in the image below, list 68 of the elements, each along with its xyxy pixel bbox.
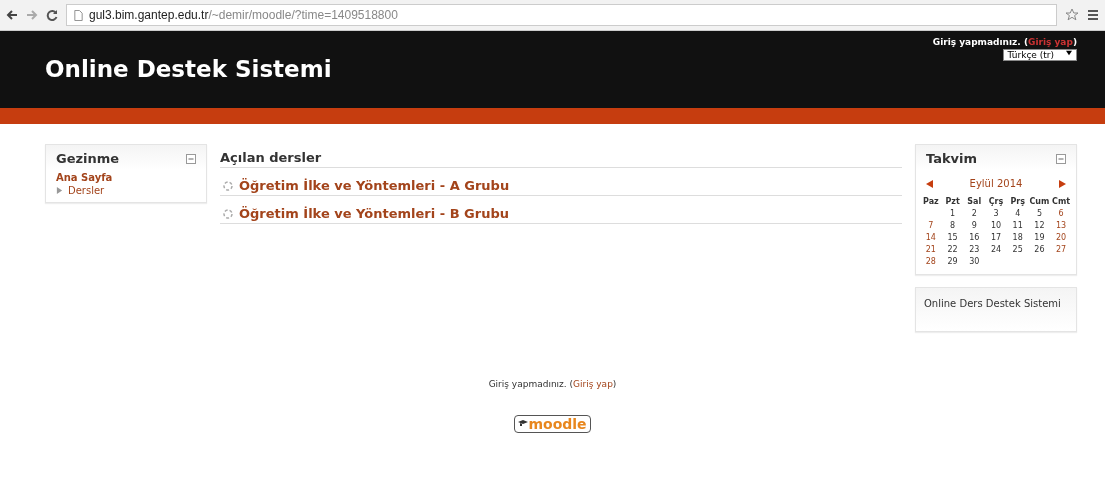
calendar-day[interactable]: 17 <box>985 233 1007 242</box>
calendar-day[interactable]: 22 <box>941 245 964 254</box>
login-link[interactable]: Giriş yap <box>1028 37 1073 47</box>
month-title: Eylül 2014 <box>969 178 1023 189</box>
calendar-day[interactable]: 10 <box>985 221 1007 230</box>
nav-link[interactable]: Ana Sayfa <box>46 170 206 184</box>
site-title: Online Destek Sistemi <box>45 56 332 84</box>
calendar-day[interactable]: 4 <box>1006 209 1029 218</box>
weekday-label: Paz <box>922 197 940 206</box>
login-status: ) <box>1072 37 1077 47</box>
calendar-day[interactable]: 5 <box>1028 209 1051 218</box>
calendar-day[interactable]: 24 <box>985 245 1007 254</box>
calendar-day[interactable]: 16 <box>963 233 986 242</box>
course-link[interactable]: Öğretim İlke ve Yöntemleri - B Grubu <box>239 206 509 221</box>
collapse-icon[interactable] <box>186 153 196 164</box>
previous-month-icon[interactable] <box>926 179 934 188</box>
next-month-icon[interactable] <box>1058 179 1066 188</box>
weekday-label: Çrş <box>987 197 1005 206</box>
calendar-day[interactable]: 29 <box>941 257 964 266</box>
nav-link[interactable]: Dersler <box>46 184 206 202</box>
calendar-day[interactable]: 14 <box>920 233 942 242</box>
calendar-day[interactable]: 1 <box>941 209 964 218</box>
calendar-day[interactable]: 27 <box>1050 245 1072 254</box>
star-icon[interactable] <box>1065 8 1079 22</box>
weekday-label: Pzt <box>944 197 961 206</box>
reload-icon[interactable] <box>46 9 58 21</box>
login-link[interactable]: Giriş yap <box>573 379 613 389</box>
weekday-label: Cum <box>1028 197 1051 206</box>
language-select[interactable]: Türkçe (tr) <box>1002 49 1077 61</box>
course-icon <box>222 179 234 192</box>
calendar-day[interactable]: 8 <box>941 221 964 230</box>
block-title: Takvim <box>926 151 978 166</box>
course-icon <box>222 207 234 220</box>
calendar-day[interactable]: 18 <box>1006 233 1029 242</box>
section-title: Açılan dersler <box>220 144 902 168</box>
back-icon[interactable] <box>6 9 18 21</box>
calendar-day[interactable]: 28 <box>920 257 942 266</box>
calendar-day[interactable]: 20 <box>1050 233 1072 242</box>
calendar-day[interactable]: 23 <box>963 245 986 254</box>
calendar-day[interactable]: 13 <box>1050 221 1072 230</box>
calendar-day[interactable]: 9 <box>963 221 986 230</box>
calendar-day[interactable]: 7 <box>920 221 942 230</box>
login-status: ) <box>612 379 617 389</box>
weekday-label: Cmt <box>1051 197 1072 206</box>
calendar-day[interactable]: 19 <box>1028 233 1051 242</box>
menu-icon[interactable] <box>1087 9 1099 21</box>
dropdown-icon <box>1066 50 1072 56</box>
calendar-day[interactable]: 15 <box>941 233 964 242</box>
login-status: Giriş yapmadınız. ( <box>932 37 1028 47</box>
block-title: Gezinme <box>56 151 120 166</box>
info-text: Online Ders Destek Sistemi <box>924 298 1061 309</box>
calendar-day[interactable]: 11 <box>1006 221 1029 230</box>
expand-icon <box>56 187 63 194</box>
calendar-day[interactable]: 3 <box>985 209 1007 218</box>
weekday-label: Prş <box>1009 197 1026 206</box>
collapse-icon[interactable] <box>1056 153 1066 164</box>
calendar-day[interactable]: 12 <box>1028 221 1051 230</box>
calendar-day[interactable]: 2 <box>963 209 986 218</box>
calendar-day[interactable]: 21 <box>920 245 942 254</box>
address-bar[interactable]: gul3.bim.gantep.edu.tr/~demir/moodle/?time=1409518800 <box>66 4 1057 26</box>
login-status: Giriş yapmadınız. ( <box>488 379 574 389</box>
calendar-day[interactable]: 26 <box>1028 245 1051 254</box>
calendar-day[interactable]: 25 <box>1006 245 1029 254</box>
calendar-day[interactable]: 6 <box>1050 209 1072 218</box>
calendar-day[interactable]: 30 <box>963 257 986 266</box>
weekday-label: Sal <box>966 197 983 206</box>
cap-icon <box>518 419 529 429</box>
course-link[interactable]: Öğretim İlke ve Yöntemleri - A Grubu <box>239 178 510 193</box>
